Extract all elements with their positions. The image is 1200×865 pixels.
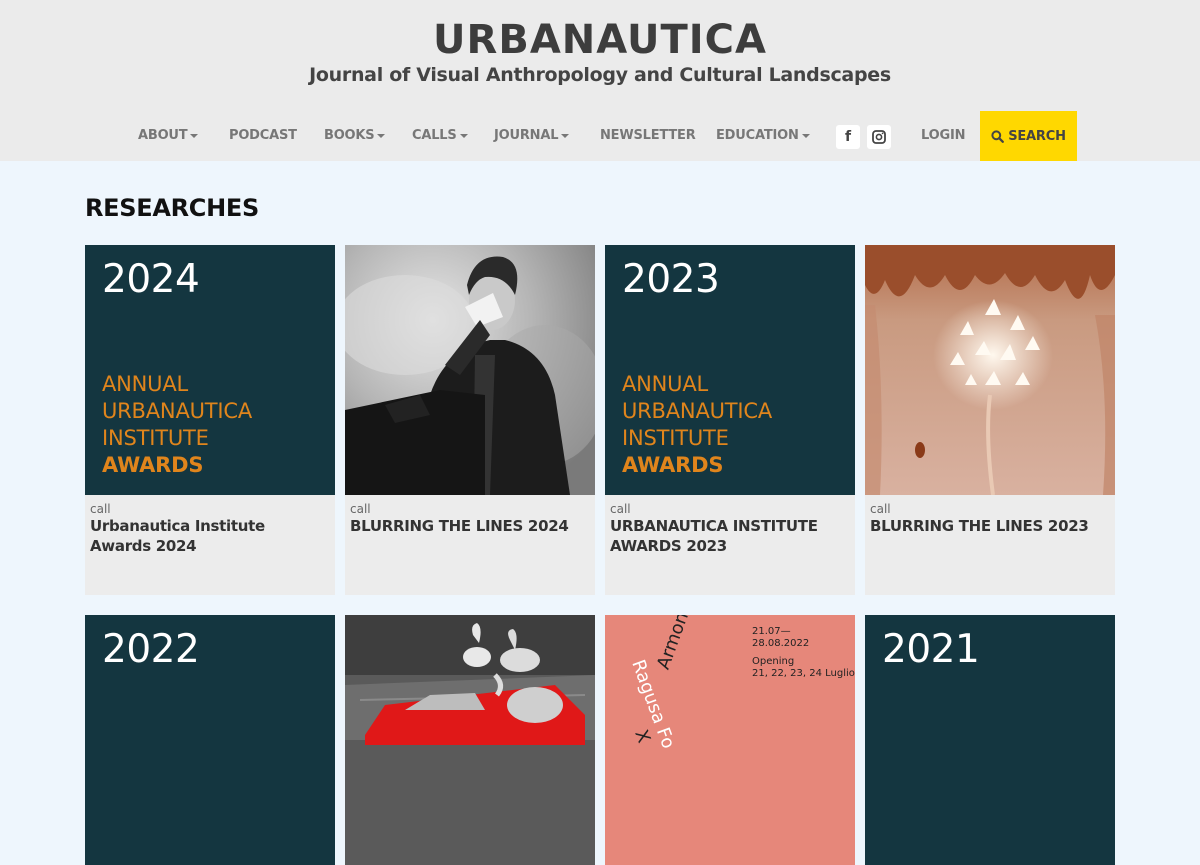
card-title[interactable]: URBANAUTICA INSTITUTE AWARDS 2023 <box>610 516 850 556</box>
nav-books-label: BOOKS <box>324 128 375 143</box>
card-title[interactable]: BLURRING THE LINES 2023 <box>870 516 1110 536</box>
card-thumbnail[interactable]: 21.07— 28.08.2022 Opening 21, 22, 23, 24… <box>605 615 855 865</box>
nav-about-label: ABOUT <box>138 128 188 143</box>
card-title[interactable]: Urbanautica Institute Awards 2024 <box>90 516 330 556</box>
poster-line-bold: AWARDS <box>102 453 204 477</box>
card-thumbnail[interactable]: 2022 <box>85 615 335 865</box>
nav-books[interactable]: BOOKS <box>324 111 386 161</box>
card-awards-2024[interactable]: 2024 ANNUAL URBANAUTICA INSTITUTE AWARDS… <box>85 245 335 595</box>
nav-calls-label: CALLS <box>412 128 457 143</box>
poster-line: INSTITUTE <box>622 426 729 450</box>
instagram-icon <box>872 130 886 144</box>
card-red-car[interactable] <box>345 615 595 865</box>
nav-calls[interactable]: CALLS <box>412 111 468 161</box>
card-poster-text: ANNUAL URBANAUTICA INSTITUTE AWARDS <box>102 371 252 479</box>
chevron-down-icon <box>561 133 570 138</box>
site-subtitle: Journal of Visual Anthropology and Cultu… <box>309 64 891 86</box>
nav-education[interactable]: EDUCATION <box>716 111 810 161</box>
card-thumbnail[interactable]: 2021 <box>865 615 1115 865</box>
chevron-down-icon <box>377 133 386 138</box>
card-blurring-2023[interactable]: call BLURRING THE LINES 2023 <box>865 245 1115 595</box>
abstract-flower-image <box>865 245 1115 495</box>
nav-podcast[interactable]: PODCAST <box>229 111 297 161</box>
card-ragusa-armonia[interactable]: 21.07— 28.08.2022 Opening 21, 22, 23, 24… <box>605 615 855 865</box>
nav-login-label: LOGIN <box>921 128 966 143</box>
nav-newsletter[interactable]: NEWSLETTER <box>600 111 696 161</box>
poster-dates: 21.07— 28.08.2022 <box>752 626 810 649</box>
card-info: call BLURRING THE LINES 2024 <box>345 495 595 595</box>
section-title: RESEARCHES <box>85 194 259 222</box>
card-year: 2022 <box>102 627 200 672</box>
poster-word-x: X <box>630 727 655 746</box>
nav-journal-label: JOURNAL <box>494 128 559 143</box>
card-year: 2021 <box>882 627 980 672</box>
man-with-paper-photo <box>345 245 595 495</box>
site-title[interactable]: URBANAUTICA <box>0 17 1200 63</box>
facebook-link[interactable]: f <box>836 125 860 149</box>
card-thumbnail[interactable] <box>345 245 595 495</box>
card-thumbnail[interactable]: 2023 ANNUAL URBANAUTICA INSTITUTE AWARDS <box>605 245 855 495</box>
facebook-icon: f <box>844 129 852 145</box>
card-thumbnail[interactable]: 2024 ANNUAL URBANAUTICA INSTITUTE AWARDS <box>85 245 335 495</box>
card-info: call Urbanautica Institute Awards 2024 <box>85 495 335 595</box>
search-icon <box>991 129 1005 143</box>
nav-newsletter-label: NEWSLETTER <box>600 128 696 143</box>
card-title[interactable]: BLURRING THE LINES 2024 <box>350 516 590 536</box>
instagram-link[interactable] <box>867 125 891 149</box>
card-info: call BLURRING THE LINES 2023 <box>865 495 1115 595</box>
card-awards-2023[interactable]: 2023 ANNUAL URBANAUTICA INSTITUTE AWARDS… <box>605 245 855 595</box>
poster-line: URBANAUTICA <box>622 399 773 423</box>
chevron-down-icon <box>459 133 468 138</box>
nav-about[interactable]: ABOUT <box>138 111 199 161</box>
card-year: 2024 <box>102 257 200 302</box>
nav-education-label: EDUCATION <box>716 128 799 143</box>
site-header: URBANAUTICA Journal of Visual Anthropolo… <box>0 0 1200 161</box>
birds-on-red-car-photo <box>345 615 595 865</box>
search-button[interactable]: SEARCH <box>980 111 1077 161</box>
card-blurring-2024[interactable]: call BLURRING THE LINES 2024 <box>345 245 595 595</box>
poster-word-armonia: Armonia <box>653 615 699 673</box>
card-awards-2021[interactable]: 2021 <box>865 615 1115 865</box>
nav-login[interactable]: LOGIN <box>921 111 965 161</box>
poster-line: URBANAUTICA <box>102 399 253 423</box>
main-nav: ABOUT PODCAST BOOKS CALLS JOURNAL NEWSLE… <box>0 111 1200 161</box>
poster-line-bold: AWARDS <box>622 453 724 477</box>
card-kind: call <box>350 502 371 516</box>
nav-journal[interactable]: JOURNAL <box>494 111 570 161</box>
poster-opening: Opening 21, 22, 23, 24 Luglio <box>752 656 855 679</box>
search-button-label: SEARCH <box>1008 128 1066 144</box>
chevron-down-icon <box>190 133 199 138</box>
card-info: call URBANAUTICA INSTITUTE AWARDS 2023 <box>605 495 855 595</box>
card-thumbnail[interactable] <box>865 245 1115 495</box>
card-kind: call <box>870 502 891 516</box>
chevron-down-icon <box>801 133 810 138</box>
card-kind: call <box>610 502 631 516</box>
card-kind: call <box>90 502 111 516</box>
nav-podcast-label: PODCAST <box>229 128 297 143</box>
poster-line: ANNUAL <box>102 372 189 396</box>
card-awards-2022[interactable]: 2022 <box>85 615 335 865</box>
card-thumbnail[interactable] <box>345 615 595 865</box>
card-year: 2023 <box>622 257 720 302</box>
card-poster-text: ANNUAL URBANAUTICA INSTITUTE AWARDS <box>622 371 772 479</box>
poster-line: INSTITUTE <box>102 426 209 450</box>
poster-line: ANNUAL <box>622 372 709 396</box>
